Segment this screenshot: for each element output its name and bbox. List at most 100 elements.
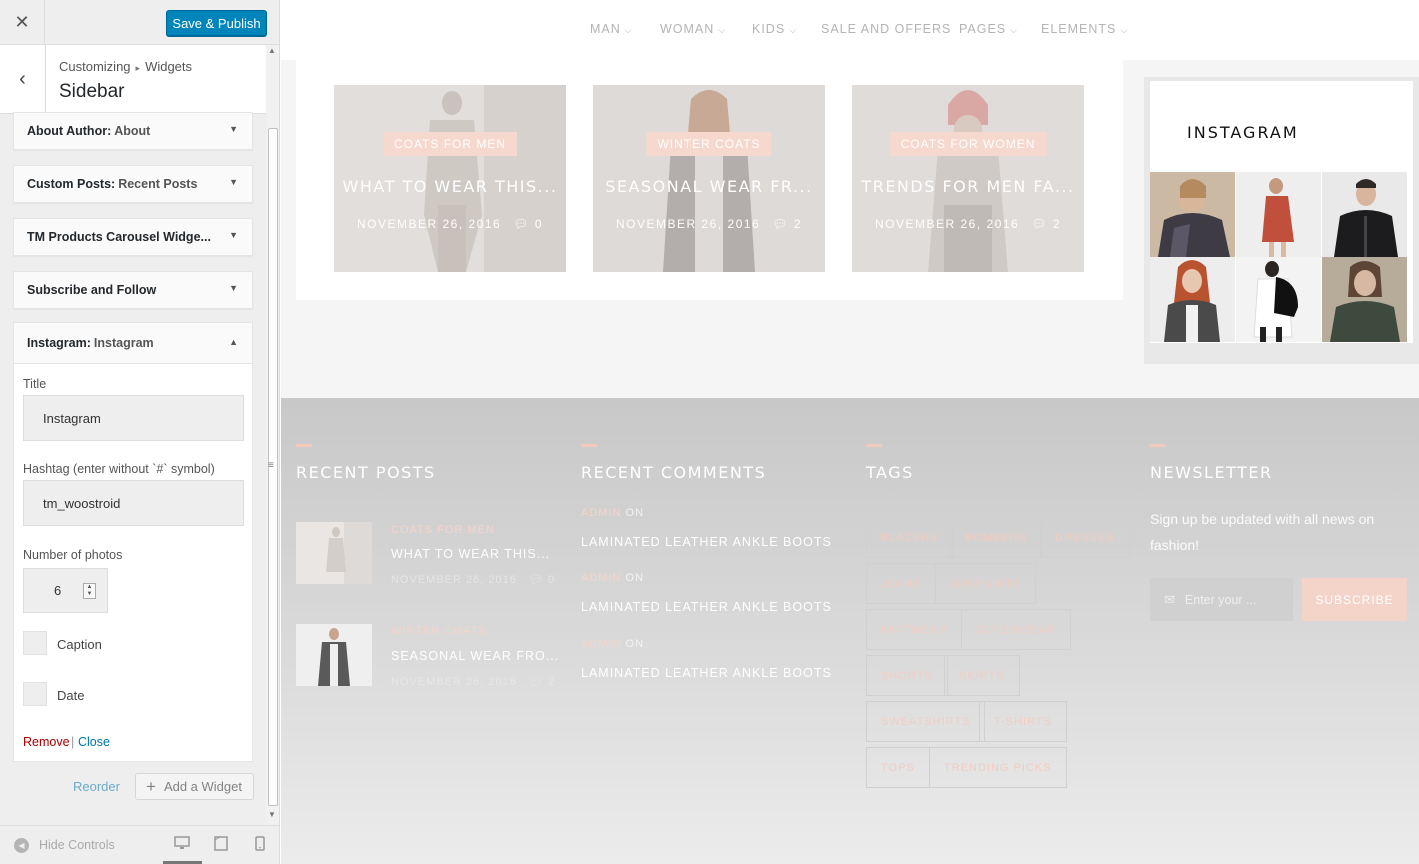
tag-link[interactable]: SWEATSHIRTS — [866, 701, 986, 742]
resize-grip-icon[interactable]: ≡ — [268, 460, 274, 471]
hashtag-label: Hashtag (enter without `#` symbol) — [23, 462, 215, 476]
widget-type: TM Products Carousel Widge... — [27, 230, 211, 244]
comment-post-link[interactable]: LAMINATED LEATHER ANKLE BOOTS — [581, 600, 832, 614]
recent-post-category[interactable]: COATS FOR MEN — [391, 524, 495, 536]
recent-post-title[interactable]: SEASONAL WEAR FRO... — [391, 649, 559, 663]
subscribe-button[interactable]: SUBSCRIBE — [1302, 578, 1407, 621]
tag-link[interactable]: BOMBERS — [950, 517, 1043, 558]
breadcrumb-item: Customizing — [59, 59, 131, 74]
post-category[interactable]: WINTER COATS — [646, 132, 772, 156]
expand-arrow-icon[interactable]: ▼ — [229, 283, 238, 293]
tag-link[interactable]: SHORTS — [866, 655, 948, 696]
newsletter-email-input[interactable]: ✉ Enter your ... — [1150, 578, 1293, 621]
date-checkbox[interactable] — [23, 682, 47, 706]
tag-link[interactable]: BLAZERS — [866, 517, 954, 558]
on-label: ON — [625, 572, 645, 584]
add-widget-label: Add a Widget — [163, 779, 242, 794]
photos-number-input[interactable]: 6 ▲ ▼ — [23, 568, 108, 613]
nav-label: SALE AND OFFERS — [821, 22, 952, 36]
post-category[interactable]: COATS FOR MEN — [382, 132, 518, 156]
post-title[interactable]: SEASONAL WEAR FR... — [593, 177, 825, 196]
nav-label: ELEMENTS — [1041, 22, 1117, 36]
recent-post-title[interactable]: WHAT TO WEAR THIS... — [391, 547, 550, 561]
tag-link[interactable]: KNITWEAR — [866, 609, 963, 650]
author-name[interactable]: ADMIN — [581, 572, 621, 584]
hide-controls-button[interactable]: Hide Controls — [39, 838, 115, 852]
title-input[interactable]: Instagram — [23, 395, 244, 441]
collapse-arrow-icon[interactable]: ▲ — [229, 337, 238, 347]
nav-item-elements[interactable]: ELEMENTS ⌵ — [1041, 22, 1128, 36]
widget-products-carousel[interactable]: TM Products Carousel Widge... ▼ — [13, 218, 253, 256]
scroll-up-icon[interactable]: ▲ — [268, 46, 276, 55]
widget-name: Instagram — [93, 336, 154, 350]
widget-type: Instagram: — [27, 336, 91, 350]
tags-heading: TAGS — [866, 463, 914, 482]
hide-controls-icon[interactable]: ◀ — [14, 838, 29, 853]
widget-custom-posts[interactable]: Custom Posts: Recent Posts ▼ — [13, 165, 253, 203]
expand-arrow-icon[interactable]: ▼ — [229, 124, 238, 134]
mobile-preview-icon[interactable] — [255, 836, 265, 854]
spinner-icon[interactable]: ▲ ▼ — [83, 583, 96, 599]
site-footer: RECENT POSTS COATS FOR MEN WHAT TO WEAR … — [281, 398, 1419, 864]
instagram-photo[interactable] — [1150, 257, 1235, 342]
widget-type: Subscribe and Follow — [27, 283, 157, 297]
recent-post-thumbnail[interactable] — [296, 522, 372, 584]
caption-checkbox[interactable] — [23, 631, 47, 655]
scroll-down-icon[interactable]: ▼ — [268, 810, 276, 819]
author-name[interactable]: ADMIN — [581, 638, 621, 650]
post-title[interactable]: TRENDS FOR MEN FA... — [852, 177, 1084, 196]
instagram-photo[interactable] — [1322, 172, 1407, 257]
instagram-photo[interactable] — [1236, 257, 1321, 342]
widget-subscribe-follow[interactable]: Subscribe and Follow ▼ — [13, 271, 253, 309]
instagram-photo[interactable] — [1236, 172, 1321, 257]
close-icon[interactable]: ✕ — [0, 0, 45, 45]
tag-link[interactable]: JEANS — [866, 563, 937, 604]
nav-item-woman[interactable]: WOMAN ⌵ — [660, 22, 726, 36]
tag-link[interactable]: TRENDING PICKS — [929, 747, 1067, 788]
nav-item-man[interactable]: MAN ⌵ — [590, 22, 633, 36]
customizer-panel: ✕ Save & Publish ‹ Customizing ▸ Widgets S… — [0, 0, 280, 864]
instagram-photo[interactable] — [1322, 257, 1407, 342]
save-publish-button[interactable]: Save & Publish — [166, 10, 267, 36]
nav-item-kids[interactable]: KIDS ⌵ — [752, 22, 797, 36]
tag-link[interactable]: T-SHIRTS — [979, 701, 1067, 742]
tag-link[interactable]: SKIRTS — [944, 655, 1020, 696]
post-meta: NOVEMBER 26, 2016 💬︎ 2 — [593, 217, 825, 231]
instagram-widget-preview: INSTAGRAM — [1144, 77, 1419, 364]
post-card[interactable]: COATS FOR MEN WHAT TO WEAR THIS... NOVEM… — [334, 85, 566, 272]
post-card[interactable]: WINTER COATS SEASONAL WEAR FR... NOVEMBE… — [593, 85, 825, 272]
chevron-down-icon: ⌵ — [718, 25, 727, 35]
post-category[interactable]: COATS FOR WOMEN — [889, 132, 1047, 156]
heading-accent — [296, 444, 312, 447]
author-name[interactable]: ADMIN — [581, 507, 621, 519]
post-card[interactable]: COATS FOR WOMEN TRENDS FOR MEN FA... NOV… — [852, 85, 1084, 272]
nav-label: PAGES — [959, 22, 1007, 36]
back-arrow-icon[interactable]: ‹ — [0, 45, 46, 113]
expand-arrow-icon[interactable]: ▼ — [229, 177, 238, 187]
recent-post-category[interactable]: WINTER COATS — [391, 625, 487, 637]
remove-link[interactable]: Remove — [23, 735, 70, 749]
comment-post-link[interactable]: LAMINATED LEATHER ANKLE BOOTS — [581, 666, 832, 680]
nav-item-pages[interactable]: PAGES ⌵ — [959, 22, 1018, 36]
caption-label: Caption — [57, 637, 102, 652]
tag-link[interactable]: DRESSES — [1040, 517, 1130, 558]
tag-link[interactable]: JUMPSUITS — [935, 563, 1037, 604]
hashtag-input[interactable]: tm_woostroid — [23, 480, 244, 526]
tablet-preview-icon[interactable] — [214, 836, 228, 854]
desktop-preview-icon[interactable] — [174, 836, 190, 853]
close-link[interactable]: Close — [78, 735, 110, 749]
expand-arrow-icon[interactable]: ▼ — [229, 230, 238, 240]
comment-post-link[interactable]: LAMINATED LEATHER ANKLE BOOTS — [581, 535, 832, 549]
instagram-photo[interactable] — [1150, 172, 1235, 257]
tag-link[interactable]: OUTERWEAR — [961, 609, 1072, 650]
reorder-link[interactable]: Reorder — [73, 779, 120, 794]
widget-about-author[interactable]: About Author: About ▼ — [13, 112, 253, 150]
post-title[interactable]: WHAT TO WEAR THIS... — [334, 177, 566, 196]
widget-instagram-header[interactable]: Instagram: Instagram ▲ — [14, 323, 252, 364]
tag-link[interactable]: TOPS — [866, 747, 930, 788]
add-widget-button[interactable]: + Add a Widget — [135, 773, 254, 800]
recent-post-thumbnail[interactable] — [296, 624, 372, 686]
customizer-header: ✕ Save & Publish — [0, 0, 279, 45]
breadcrumb-item: Widgets — [145, 59, 193, 74]
nav-item-sale[interactable]: SALE AND OFFERS — [821, 22, 951, 36]
